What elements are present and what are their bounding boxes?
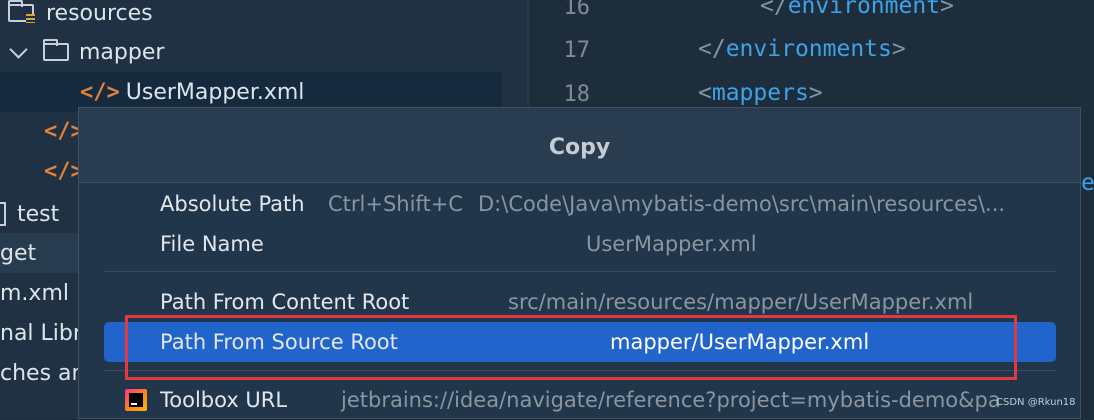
menu-item-shortcut: Ctrl+Shift+C	[328, 192, 463, 216]
tree-item-resources[interactable]: resources	[8, 0, 153, 33]
jetbrains-toolbox-icon	[125, 389, 147, 411]
menu-item-absolute-path[interactable]: Absolute Path Ctrl+Shift+C D:\Code\Java\…	[104, 184, 1056, 224]
menu-item-toolbox-url[interactable]: Toolbox URL jetbrains://idea/navigate/re…	[104, 380, 1056, 420]
popup-title: Copy	[548, 135, 611, 160]
popup-header: Copy	[79, 108, 1080, 183]
tree-item-mapper[interactable]: mapper	[9, 32, 165, 72]
tree-item-usermapper-xml[interactable]: </> UserMapper.xml	[0, 72, 502, 112]
highlight-annotation	[125, 315, 1017, 380]
menu-separator	[104, 271, 1056, 272]
resources-folder-icon	[8, 0, 35, 23]
menu-item-label: Toolbox URL	[160, 388, 288, 412]
tree-item-label: test	[17, 201, 60, 227]
folder-icon	[43, 39, 69, 61]
menu-item-label: File Name	[160, 232, 264, 256]
code-fragment: e	[1081, 170, 1094, 196]
menu-item-value: UserMapper.xml	[586, 232, 757, 256]
xml-file-icon: </>	[80, 79, 120, 105]
menu-item-label: Absolute Path	[160, 192, 305, 216]
code-line[interactable]: </environment>	[760, 0, 954, 19]
tree-item-label: mapper	[79, 39, 165, 65]
menu-item-value: jetbrains://idea/navigate/reference?proj…	[341, 388, 1001, 412]
tree-item-target[interactable]: get	[0, 233, 78, 273]
menu-item-value: src/main/resources/mapper/UserMapper.xml	[508, 290, 974, 314]
tree-item-test[interactable]: test	[0, 194, 59, 234]
watermark: CSDN @Rkun18	[996, 397, 1076, 408]
tree-item-pom[interactable]: m.xml	[0, 273, 69, 313]
tree-item-label: m.xml	[0, 280, 69, 306]
line-number: 18	[563, 82, 591, 107]
line-number: 16	[563, 0, 591, 20]
code-line[interactable]: </environments>	[698, 36, 906, 62]
menu-item-value: D:\Code\Java\mybatis-demo\src\main\resou…	[478, 192, 1006, 216]
tree-item-label: resources	[46, 0, 153, 26]
tree-item-label: get	[0, 240, 37, 266]
folder-icon	[0, 202, 6, 226]
tree-item-label: UserMapper.xml	[125, 79, 305, 105]
chevron-down-icon[interactable]	[9, 39, 28, 59]
line-number: 17	[563, 38, 591, 63]
menu-item-label: Path From Content Root	[160, 290, 410, 314]
code-line[interactable]: <mappers>	[698, 80, 823, 106]
menu-item-file-name[interactable]: File Name UserMapper.xml	[104, 224, 1056, 264]
